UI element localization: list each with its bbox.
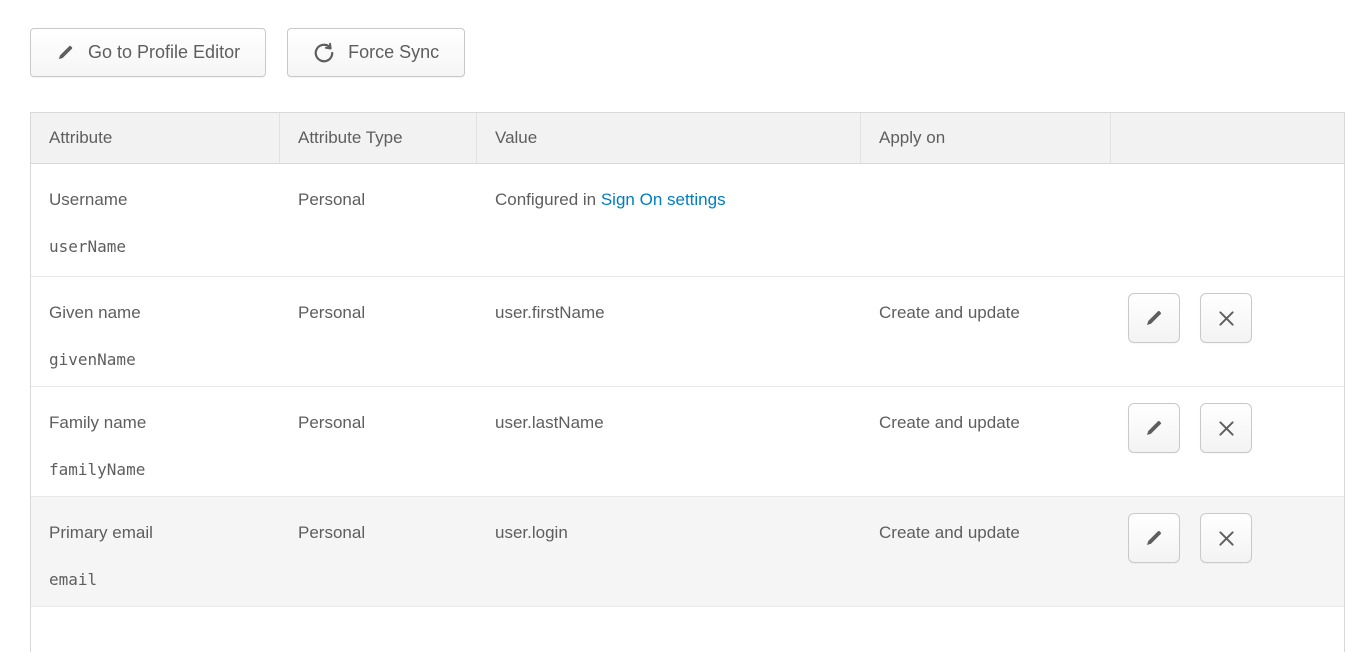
pencil-icon xyxy=(56,43,75,62)
attribute-label: Username xyxy=(49,190,262,210)
actions-cell xyxy=(1111,277,1344,386)
attribute-cell: Username userName xyxy=(31,164,280,276)
remove-attribute-button[interactable] xyxy=(1200,403,1252,453)
value-cell: user.firstName xyxy=(477,277,861,386)
refresh-icon xyxy=(313,42,335,64)
force-sync-button[interactable]: Force Sync xyxy=(287,28,465,77)
attribute-mappings-table: Attribute Attribute Type Value Apply on … xyxy=(30,112,1345,652)
sign-on-settings-link[interactable]: Sign On settings xyxy=(601,190,726,209)
column-header-attribute-type: Attribute Type xyxy=(280,113,477,163)
column-header-attribute: Attribute xyxy=(31,113,280,163)
attribute-type-cell: Personal xyxy=(280,387,477,496)
attribute-label: Primary email xyxy=(49,523,262,543)
attribute-cell: Given name givenName xyxy=(31,277,280,386)
value-cell: user.lastName xyxy=(477,387,861,496)
edit-attribute-button[interactable] xyxy=(1128,513,1180,563)
close-icon xyxy=(1217,309,1236,328)
close-icon xyxy=(1217,419,1236,438)
attribute-cell: Family name familyName xyxy=(31,387,280,496)
attribute-variable-name: email xyxy=(49,570,262,589)
value-cell: Configured in Sign On settings xyxy=(477,164,861,276)
toolbar: Go to Profile Editor Force Sync xyxy=(30,28,465,77)
actions-cell xyxy=(1111,497,1344,606)
table-row: Given name givenName Personal user.first… xyxy=(31,277,1344,387)
value-text: Configured in xyxy=(495,190,601,209)
close-icon xyxy=(1217,529,1236,548)
attribute-type-cell: Personal xyxy=(280,277,477,386)
attribute-variable-name: userName xyxy=(49,237,262,256)
table-header-row: Attribute Attribute Type Value Apply on xyxy=(31,113,1344,164)
attribute-variable-name: givenName xyxy=(49,350,262,369)
table-row: Username userName Personal Configured in… xyxy=(31,164,1344,277)
attribute-variable-name: familyName xyxy=(49,460,262,479)
pencil-icon xyxy=(1144,418,1164,438)
apply-on-cell xyxy=(861,164,1111,276)
table-row-partial xyxy=(31,607,1344,653)
remove-attribute-button[interactable] xyxy=(1200,293,1252,343)
attribute-label: Given name xyxy=(49,303,262,323)
apply-on-cell: Create and update xyxy=(861,497,1111,606)
attribute-label: Family name xyxy=(49,413,262,433)
go-to-profile-editor-label: Go to Profile Editor xyxy=(88,42,240,63)
value-cell: user.login xyxy=(477,497,861,606)
pencil-icon xyxy=(1144,528,1164,548)
remove-attribute-button[interactable] xyxy=(1200,513,1252,563)
attribute-type-cell: Personal xyxy=(280,497,477,606)
go-to-profile-editor-button[interactable]: Go to Profile Editor xyxy=(30,28,266,77)
column-header-actions xyxy=(1111,113,1344,163)
table-row: Family name familyName Personal user.las… xyxy=(31,387,1344,497)
force-sync-label: Force Sync xyxy=(348,42,439,63)
column-header-apply-on: Apply on xyxy=(861,113,1111,163)
edit-attribute-button[interactable] xyxy=(1128,403,1180,453)
table-row: Primary email email Personal user.login … xyxy=(31,497,1344,607)
apply-on-cell: Create and update xyxy=(861,387,1111,496)
column-header-value: Value xyxy=(477,113,861,163)
actions-cell xyxy=(1111,164,1344,276)
actions-cell xyxy=(1111,387,1344,496)
pencil-icon xyxy=(1144,308,1164,328)
attribute-type-cell: Personal xyxy=(280,164,477,276)
attribute-cell: Primary email email xyxy=(31,497,280,606)
apply-on-cell: Create and update xyxy=(861,277,1111,386)
edit-attribute-button[interactable] xyxy=(1128,293,1180,343)
